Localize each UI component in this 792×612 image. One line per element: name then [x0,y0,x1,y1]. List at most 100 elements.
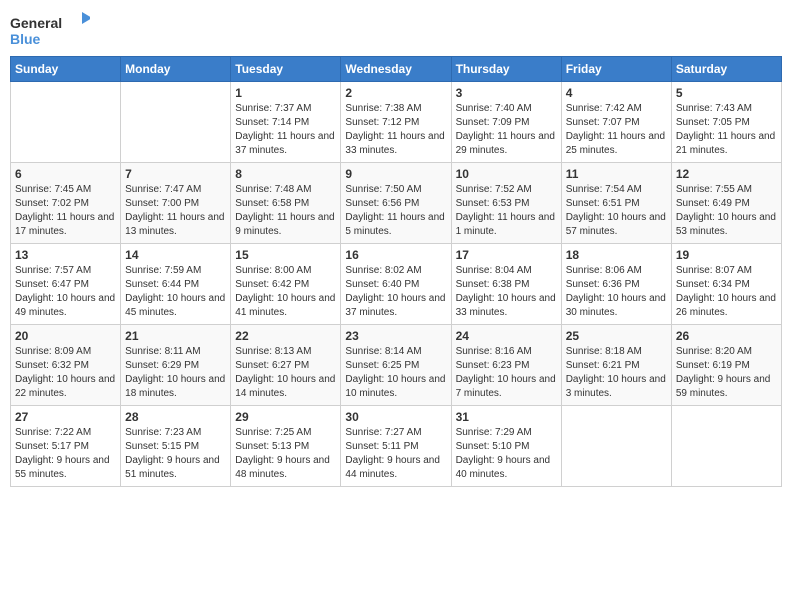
day-detail: Sunrise: 7:47 AM Sunset: 7:00 PM Dayligh… [125,183,226,239]
day-detail: Sunrise: 7:57 AM Sunset: 6:47 PM Dayligh… [15,264,116,320]
day-number: 17 [456,248,557,262]
calendar-cell: 22Sunrise: 8:13 AM Sunset: 6:27 PM Dayli… [231,325,341,406]
calendar-cell: 3Sunrise: 7:40 AM Sunset: 7:09 PM Daylig… [451,82,561,163]
day-number: 25 [566,329,667,343]
calendar-week-3: 13 Sunrise: 7:57 AM Sunset: 6:47 PM Dayli… [11,244,782,325]
day-detail: Sunrise: 7:37 AM Sunset: 7:14 PM Dayligh… [235,102,336,158]
day-number: 8 [235,167,336,181]
day-detail: Sunrise: 8:07 AM Sunset: 6:34 PM Dayligh… [676,264,777,320]
day-number: 7 [125,167,226,181]
calendar-week-4: 20 Sunrise: 8:09 AM Sunset: 6:32 PM Dayli… [11,325,782,406]
day-number: 1 [235,86,336,100]
day-detail: Sunrise: 7:45 AM Sunset: 7:02 PM Dayligh… [15,183,116,239]
calendar-cell: 23Sunrise: 8:14 AM Sunset: 6:25 PM Dayli… [341,325,451,406]
day-number: 15 [235,248,336,262]
calendar-cell: 14Sunrise: 7:59 AM Sunset: 6:44 PM Dayli… [121,244,231,325]
day-number: 19 [676,248,777,262]
day-detail: Sunrise: 7:48 AM Sunset: 6:58 PM Dayligh… [235,183,336,239]
day-detail: Sunrise: 8:20 AM Sunset: 6:19 PM Dayligh… [676,345,777,401]
calendar-cell: 19 Sunrise: 8:07 AM Sunset: 6:34 PM Dayli… [671,244,781,325]
header-wednesday: Wednesday [341,57,451,82]
svg-text:General: General [10,15,62,31]
header-thursday: Thursday [451,57,561,82]
calendar-cell: 30Sunrise: 7:27 AM Sunset: 5:11 PM Dayli… [341,406,451,487]
day-number: 21 [125,329,226,343]
calendar-week-2: 6 Sunrise: 7:45 AM Sunset: 7:02 PM Daylig… [11,163,782,244]
day-detail: Sunrise: 7:27 AM Sunset: 5:11 PM Dayligh… [345,426,446,482]
header-sunday: Sunday [11,57,121,82]
logo-svg: General Blue [10,10,90,50]
page-header: General Blue [10,10,782,50]
calendar-cell: 9Sunrise: 7:50 AM Sunset: 6:56 PM Daylig… [341,163,451,244]
day-detail: Sunrise: 8:06 AM Sunset: 6:36 PM Dayligh… [566,264,667,320]
day-number: 9 [345,167,446,181]
calendar-cell: 25 Sunrise: 8:18 AM Sunset: 6:21 PM Dayli… [561,325,671,406]
day-detail: Sunrise: 7:43 AM Sunset: 7:05 PM Dayligh… [676,102,777,158]
day-detail: Sunrise: 8:16 AM Sunset: 6:23 PM Dayligh… [456,345,557,401]
calendar-cell: 17 Sunrise: 8:04 AM Sunset: 6:38 PM Dayli… [451,244,561,325]
day-detail: Sunrise: 7:52 AM Sunset: 6:53 PM Dayligh… [456,183,557,239]
calendar-cell: 4 Sunrise: 7:42 AM Sunset: 7:07 PM Daylig… [561,82,671,163]
day-number: 24 [456,329,557,343]
calendar-cell: 8 Sunrise: 7:48 AM Sunset: 6:58 PM Daylig… [231,163,341,244]
day-number: 10 [456,167,557,181]
calendar-cell: 18 Sunrise: 8:06 AM Sunset: 6:36 PM Dayli… [561,244,671,325]
calendar-cell: 1 Sunrise: 7:37 AM Sunset: 7:14 PM Daylig… [231,82,341,163]
day-detail: Sunrise: 7:22 AM Sunset: 5:17 PM Dayligh… [15,426,116,482]
day-detail: Sunrise: 7:25 AM Sunset: 5:13 PM Dayligh… [235,426,336,482]
calendar-cell: 2Sunrise: 7:38 AM Sunset: 7:12 PM Daylig… [341,82,451,163]
calendar-cell: 26 Sunrise: 8:20 AM Sunset: 6:19 PM Dayli… [671,325,781,406]
day-detail: Sunrise: 8:09 AM Sunset: 6:32 PM Dayligh… [15,345,116,401]
calendar-cell: 24 Sunrise: 8:16 AM Sunset: 6:23 PM Dayli… [451,325,561,406]
calendar-cell: 5 Sunrise: 7:43 AM Sunset: 7:05 PM Daylig… [671,82,781,163]
calendar-cell: 21 Sunrise: 8:11 AM Sunset: 6:29 PM Dayli… [121,325,231,406]
day-number: 6 [15,167,116,181]
header-tuesday: Tuesday [231,57,341,82]
header-friday: Friday [561,57,671,82]
calendar-cell: 20 Sunrise: 8:09 AM Sunset: 6:32 PM Dayli… [11,325,121,406]
day-detail: Sunrise: 7:29 AM Sunset: 5:10 PM Dayligh… [456,426,557,482]
calendar-cell [121,82,231,163]
day-number: 31 [456,410,557,424]
day-number: 20 [15,329,116,343]
day-detail: Sunrise: 7:40 AM Sunset: 7:09 PM Dayligh… [456,102,557,158]
day-number: 14 [125,248,226,262]
calendar-table: SundayMondayTuesdayWednesdayThursdayFrid… [10,56,782,487]
day-number: 12 [676,167,777,181]
day-number: 4 [566,86,667,100]
day-detail: Sunrise: 7:42 AM Sunset: 7:07 PM Dayligh… [566,102,667,158]
calendar-week-5: 27Sunrise: 7:22 AM Sunset: 5:17 PM Dayli… [11,406,782,487]
calendar-cell: 6 Sunrise: 7:45 AM Sunset: 7:02 PM Daylig… [11,163,121,244]
calendar-cell: 12 Sunrise: 7:55 AM Sunset: 6:49 PM Dayli… [671,163,781,244]
calendar-cell: 27Sunrise: 7:22 AM Sunset: 5:17 PM Dayli… [11,406,121,487]
svg-text:Blue: Blue [10,31,41,47]
calendar-cell: 15Sunrise: 8:00 AM Sunset: 6:42 PM Dayli… [231,244,341,325]
day-number: 26 [676,329,777,343]
day-number: 11 [566,167,667,181]
day-detail: Sunrise: 8:02 AM Sunset: 6:40 PM Dayligh… [345,264,446,320]
header-monday: Monday [121,57,231,82]
day-detail: Sunrise: 8:13 AM Sunset: 6:27 PM Dayligh… [235,345,336,401]
day-detail: Sunrise: 7:23 AM Sunset: 5:15 PM Dayligh… [125,426,226,482]
calendar-cell [561,406,671,487]
day-number: 5 [676,86,777,100]
day-detail: Sunrise: 7:55 AM Sunset: 6:49 PM Dayligh… [676,183,777,239]
calendar-cell: 10 Sunrise: 7:52 AM Sunset: 6:53 PM Dayli… [451,163,561,244]
day-number: 29 [235,410,336,424]
day-number: 16 [345,248,446,262]
calendar-cell: 13 Sunrise: 7:57 AM Sunset: 6:47 PM Dayli… [11,244,121,325]
calendar-cell: 31 Sunrise: 7:29 AM Sunset: 5:10 PM Dayli… [451,406,561,487]
logo: General Blue [10,10,90,50]
day-number: 2 [345,86,446,100]
day-number: 13 [15,248,116,262]
calendar-cell [671,406,781,487]
day-detail: Sunrise: 8:11 AM Sunset: 6:29 PM Dayligh… [125,345,226,401]
day-detail: Sunrise: 8:14 AM Sunset: 6:25 PM Dayligh… [345,345,446,401]
day-number: 28 [125,410,226,424]
day-detail: Sunrise: 8:18 AM Sunset: 6:21 PM Dayligh… [566,345,667,401]
day-number: 18 [566,248,667,262]
calendar-cell: 11Sunrise: 7:54 AM Sunset: 6:51 PM Dayli… [561,163,671,244]
calendar-header-row: SundayMondayTuesdayWednesdayThursdayFrid… [11,57,782,82]
day-detail: Sunrise: 8:04 AM Sunset: 6:38 PM Dayligh… [456,264,557,320]
calendar-cell: 7 Sunrise: 7:47 AM Sunset: 7:00 PM Daylig… [121,163,231,244]
